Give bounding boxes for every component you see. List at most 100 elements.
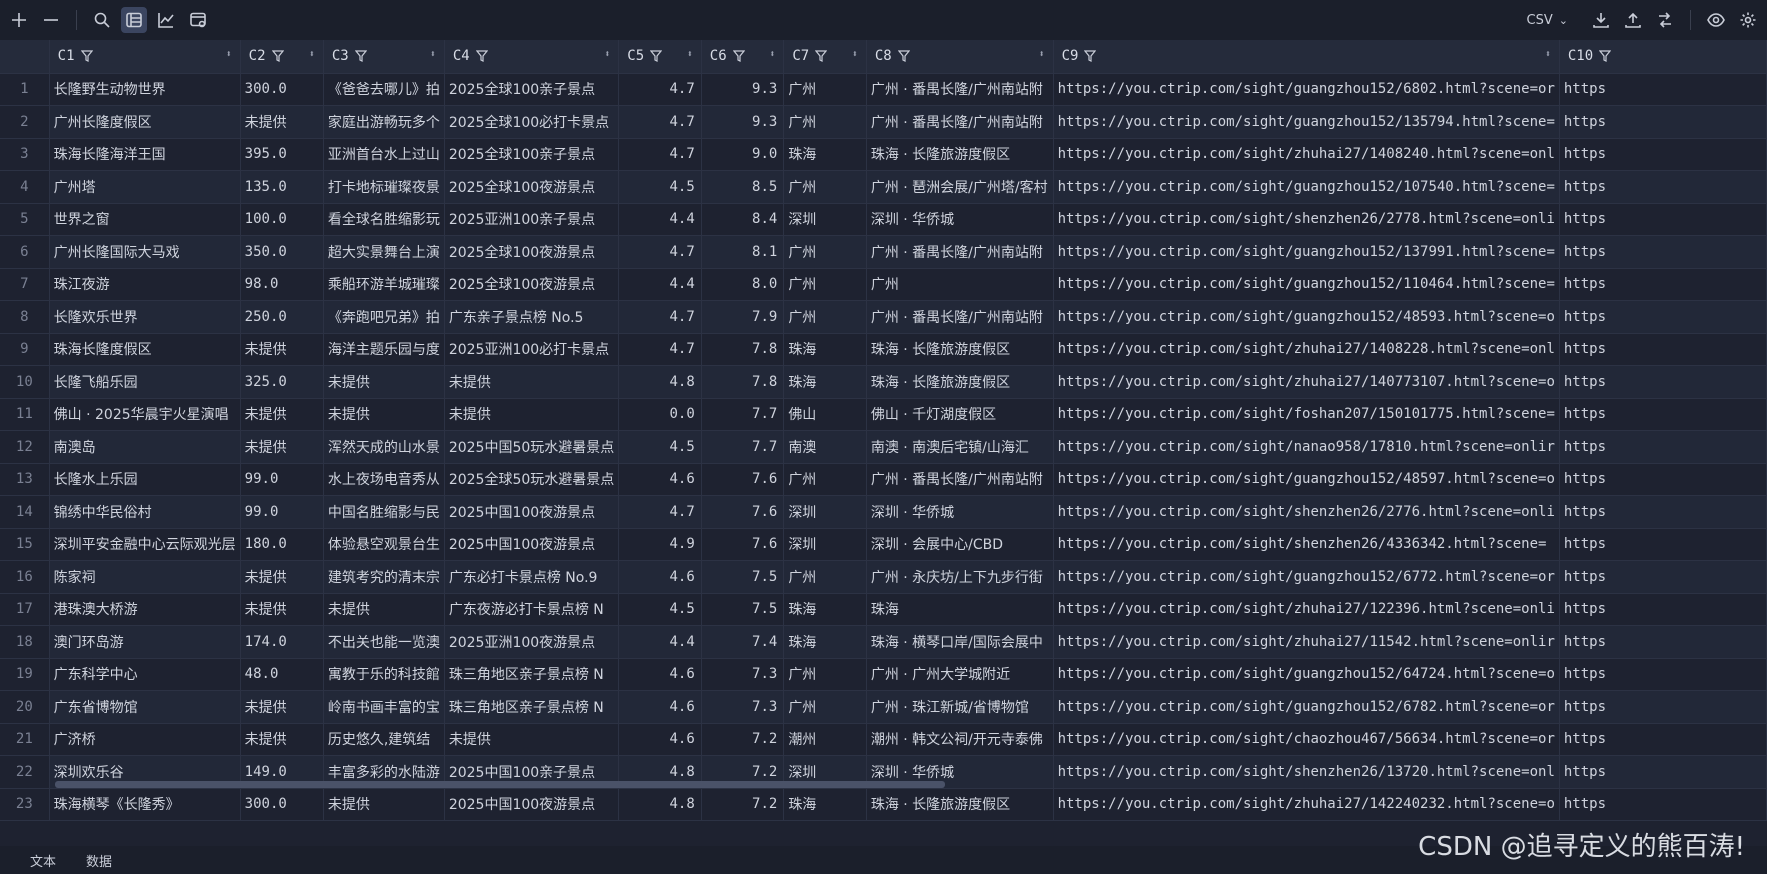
cell-c4[interactable]: 2025全球100必打卡景点 xyxy=(444,105,620,139)
cell-c7[interactable]: 珠海 xyxy=(783,593,867,626)
cell-c2[interactable]: 未提供 xyxy=(240,593,324,626)
cell-c7[interactable]: 广州 xyxy=(783,268,867,301)
cell-c7[interactable]: 广州 xyxy=(783,560,867,594)
filter-icon[interactable] xyxy=(732,50,745,63)
cell-c5[interactable]: 4.7 xyxy=(618,73,702,106)
cell-c9[interactable]: https://you.ctrip.com/sight/zhuhai27/140… xyxy=(1053,138,1560,171)
cell-c2[interactable]: 325.0 xyxy=(240,365,324,399)
cell-c4[interactable]: 广东必打卡景点榜 No.9 xyxy=(444,560,620,594)
table-row[interactable]: 20 广东省博物馆 未提供 岭南书画丰富的宝 珠三角地区亲子景点榜 N 4.6 7.3 广州广… xyxy=(0,690,1767,724)
cell-c5[interactable]: 4.5 xyxy=(618,170,702,204)
search-button[interactable] xyxy=(89,7,115,33)
cell-c9[interactable]: https://you.ctrip.com/sight/zhuhai27/140… xyxy=(1053,365,1560,399)
cell-c9[interactable]: https://you.ctrip.com/sight/guangzhou152… xyxy=(1053,170,1560,204)
table-view-button[interactable] xyxy=(121,7,147,33)
cell-c2[interactable]: 300.0 xyxy=(240,788,324,821)
cell-c3[interactable]: 未提供 xyxy=(323,593,445,626)
cell-c4[interactable]: 广东亲子景点榜 No.5 xyxy=(444,300,620,334)
filter-icon[interactable] xyxy=(1599,50,1612,63)
sort-icon[interactable]: ⬍ xyxy=(1545,49,1551,60)
column-header-c4[interactable]: C4 ⬍ xyxy=(444,40,620,74)
cell-c4[interactable]: 珠三角地区亲子景点榜 N xyxy=(444,690,620,724)
cell-c2[interactable]: 180.0 xyxy=(240,528,324,561)
cell-c10[interactable]: https xyxy=(1559,658,1767,691)
cell-c5[interactable]: 4.6 xyxy=(618,463,702,496)
cell-c3[interactable]: 看全球名胜缩影玩 xyxy=(323,203,445,236)
cell-c4[interactable]: 2025全球100亲子景点 xyxy=(444,73,620,106)
cell-c5[interactable]: 4.7 xyxy=(618,495,702,529)
cell-c7[interactable]: 珠海 xyxy=(783,625,867,659)
chart-view-button[interactable] xyxy=(153,7,179,33)
cell-c9[interactable]: https://you.ctrip.com/sight/nanao958/178… xyxy=(1053,430,1560,464)
cell-c10[interactable]: https xyxy=(1559,495,1767,529)
cell-c10[interactable]: https xyxy=(1559,73,1767,106)
cell-c7[interactable]: 南澳 xyxy=(783,430,867,464)
cell-c8[interactable]: 珠海 · 长隆旅游度假区 xyxy=(866,333,1054,366)
cell-c4[interactable]: 2025全球50玩水避暑景点 xyxy=(444,463,620,496)
cell-c9[interactable]: https://you.ctrip.com/sight/zhuhai27/115… xyxy=(1053,625,1560,659)
table-row[interactable]: 3 珠海长隆海洋王国 395.0 亚洲首台水上过山 2025全球100亲子景点 4.7 9.… xyxy=(0,138,1767,171)
cell-c8[interactable]: 广州 · 番禺长隆/广州南站附 xyxy=(866,105,1054,139)
cell-c1[interactable]: 广东省博物馆 xyxy=(49,690,241,724)
cell-c2[interactable]: 未提供 xyxy=(240,430,324,464)
cell-c2[interactable]: 99.0 xyxy=(240,495,324,529)
cell-c7[interactable]: 珠海 xyxy=(783,138,867,171)
cell-c9[interactable]: https://you.ctrip.com/sight/guangzhou152… xyxy=(1053,560,1560,594)
cell-c1[interactable]: 珠海长隆海洋王国 xyxy=(49,138,241,171)
cell-c8[interactable]: 珠海 · 长隆旅游度假区 xyxy=(866,788,1054,821)
cell-c8[interactable]: 珠海 · 长隆旅游度假区 xyxy=(866,138,1054,171)
table-row[interactable]: 5 世界之窗 100.0 看全球名胜缩影玩 2025亚洲100亲子景点 4.4 8.4 深圳深… xyxy=(0,203,1767,236)
cell-c10[interactable]: https xyxy=(1559,430,1767,464)
cell-c10[interactable]: https xyxy=(1559,170,1767,204)
sort-icon[interactable]: ⬍ xyxy=(309,49,315,60)
table-row[interactable]: 10 长隆飞船乐园 325.0 未提供 未提供 4.8 7.8 珠海 珠海 · 长隆旅游度假区 h… xyxy=(0,365,1767,399)
cell-c7[interactable]: 深圳 xyxy=(783,528,867,561)
filter-icon[interactable] xyxy=(897,50,910,63)
cell-c10[interactable]: https xyxy=(1559,788,1767,821)
cell-c3[interactable]: 中国名胜缩影与民 xyxy=(323,495,445,529)
cell-c8[interactable]: 广州 · 番禺长隆/广州南站附 xyxy=(866,463,1054,496)
cell-c3[interactable]: 打卡地标璀璨夜景 xyxy=(323,170,445,204)
cell-c3[interactable]: 亚洲首台水上过山 xyxy=(323,138,445,171)
cell-c2[interactable]: 未提供 xyxy=(240,723,324,756)
cell-c4[interactable]: 广东夜游必打卡景点榜 N xyxy=(444,593,620,626)
cell-c2[interactable]: 98.0 xyxy=(240,268,324,301)
cell-c2[interactable]: 未提供 xyxy=(240,560,324,594)
schema-button[interactable] xyxy=(185,7,211,33)
cell-c9[interactable]: https://you.ctrip.com/sight/guangzhou152… xyxy=(1053,105,1560,139)
filter-icon[interactable] xyxy=(815,50,828,63)
cell-c5[interactable]: 4.7 xyxy=(618,235,702,269)
cell-c4[interactable]: 2025全球100夜游景点 xyxy=(444,235,620,269)
cell-c1[interactable]: 长隆水上乐园 xyxy=(49,463,241,496)
cell-c9[interactable]: https://you.ctrip.com/sight/guangzhou152… xyxy=(1053,463,1560,496)
cell-c6[interactable]: 7.7 xyxy=(701,430,785,464)
format-select[interactable]: CSV ⌄ xyxy=(1527,13,1568,28)
cell-c8[interactable]: 深圳 · 华侨城 xyxy=(866,203,1054,236)
cell-c5[interactable]: 4.8 xyxy=(618,788,702,821)
cell-c8[interactable]: 广州 · 珠江新城/省博物馆 xyxy=(866,690,1054,724)
cell-c10[interactable]: https xyxy=(1559,463,1767,496)
cell-c5[interactable]: 4.5 xyxy=(618,593,702,626)
column-header-c2[interactable]: C2 ⬍ xyxy=(240,40,324,74)
cell-c8[interactable]: 深圳 · 华侨城 xyxy=(866,495,1054,529)
cell-c10[interactable]: https xyxy=(1559,625,1767,659)
cell-c1[interactable]: 广州长隆度假区 xyxy=(49,105,241,139)
cell-c8[interactable]: 潮州 · 韩文公祠/开元寺泰佛 xyxy=(866,723,1054,756)
column-header-c7[interactable]: C7 ⬍ xyxy=(783,40,867,74)
cell-c9[interactable]: https://you.ctrip.com/sight/shenzhen26/2… xyxy=(1053,203,1560,236)
cell-c9[interactable]: https://you.ctrip.com/sight/shenzhen26/1… xyxy=(1053,755,1560,789)
cell-c2[interactable]: 100.0 xyxy=(240,203,324,236)
cell-c6[interactable]: 8.5 xyxy=(701,170,785,204)
cell-c6[interactable]: 7.6 xyxy=(701,528,785,561)
column-header-c8[interactable]: C8 ⬍ xyxy=(866,40,1054,74)
cell-c9[interactable]: https://you.ctrip.com/sight/guangzhou152… xyxy=(1053,658,1560,691)
tab-text[interactable]: 文本 xyxy=(30,851,56,870)
cell-c10[interactable]: https xyxy=(1559,528,1767,561)
cell-c10[interactable]: https xyxy=(1559,203,1767,236)
table-row[interactable]: 9 珠海长隆度假区 未提供 海洋主题乐园与度 2025亚洲100必打卡景点 4.7 7.8 珠… xyxy=(0,333,1767,366)
cell-c6[interactable]: 9.3 xyxy=(701,73,785,106)
column-header-c6[interactable]: C6 ⬍ xyxy=(701,40,785,74)
sort-icon[interactable]: ⬍ xyxy=(1039,49,1045,60)
cell-c5[interactable]: 4.7 xyxy=(618,333,702,366)
cell-c7[interactable]: 广州 xyxy=(783,690,867,724)
